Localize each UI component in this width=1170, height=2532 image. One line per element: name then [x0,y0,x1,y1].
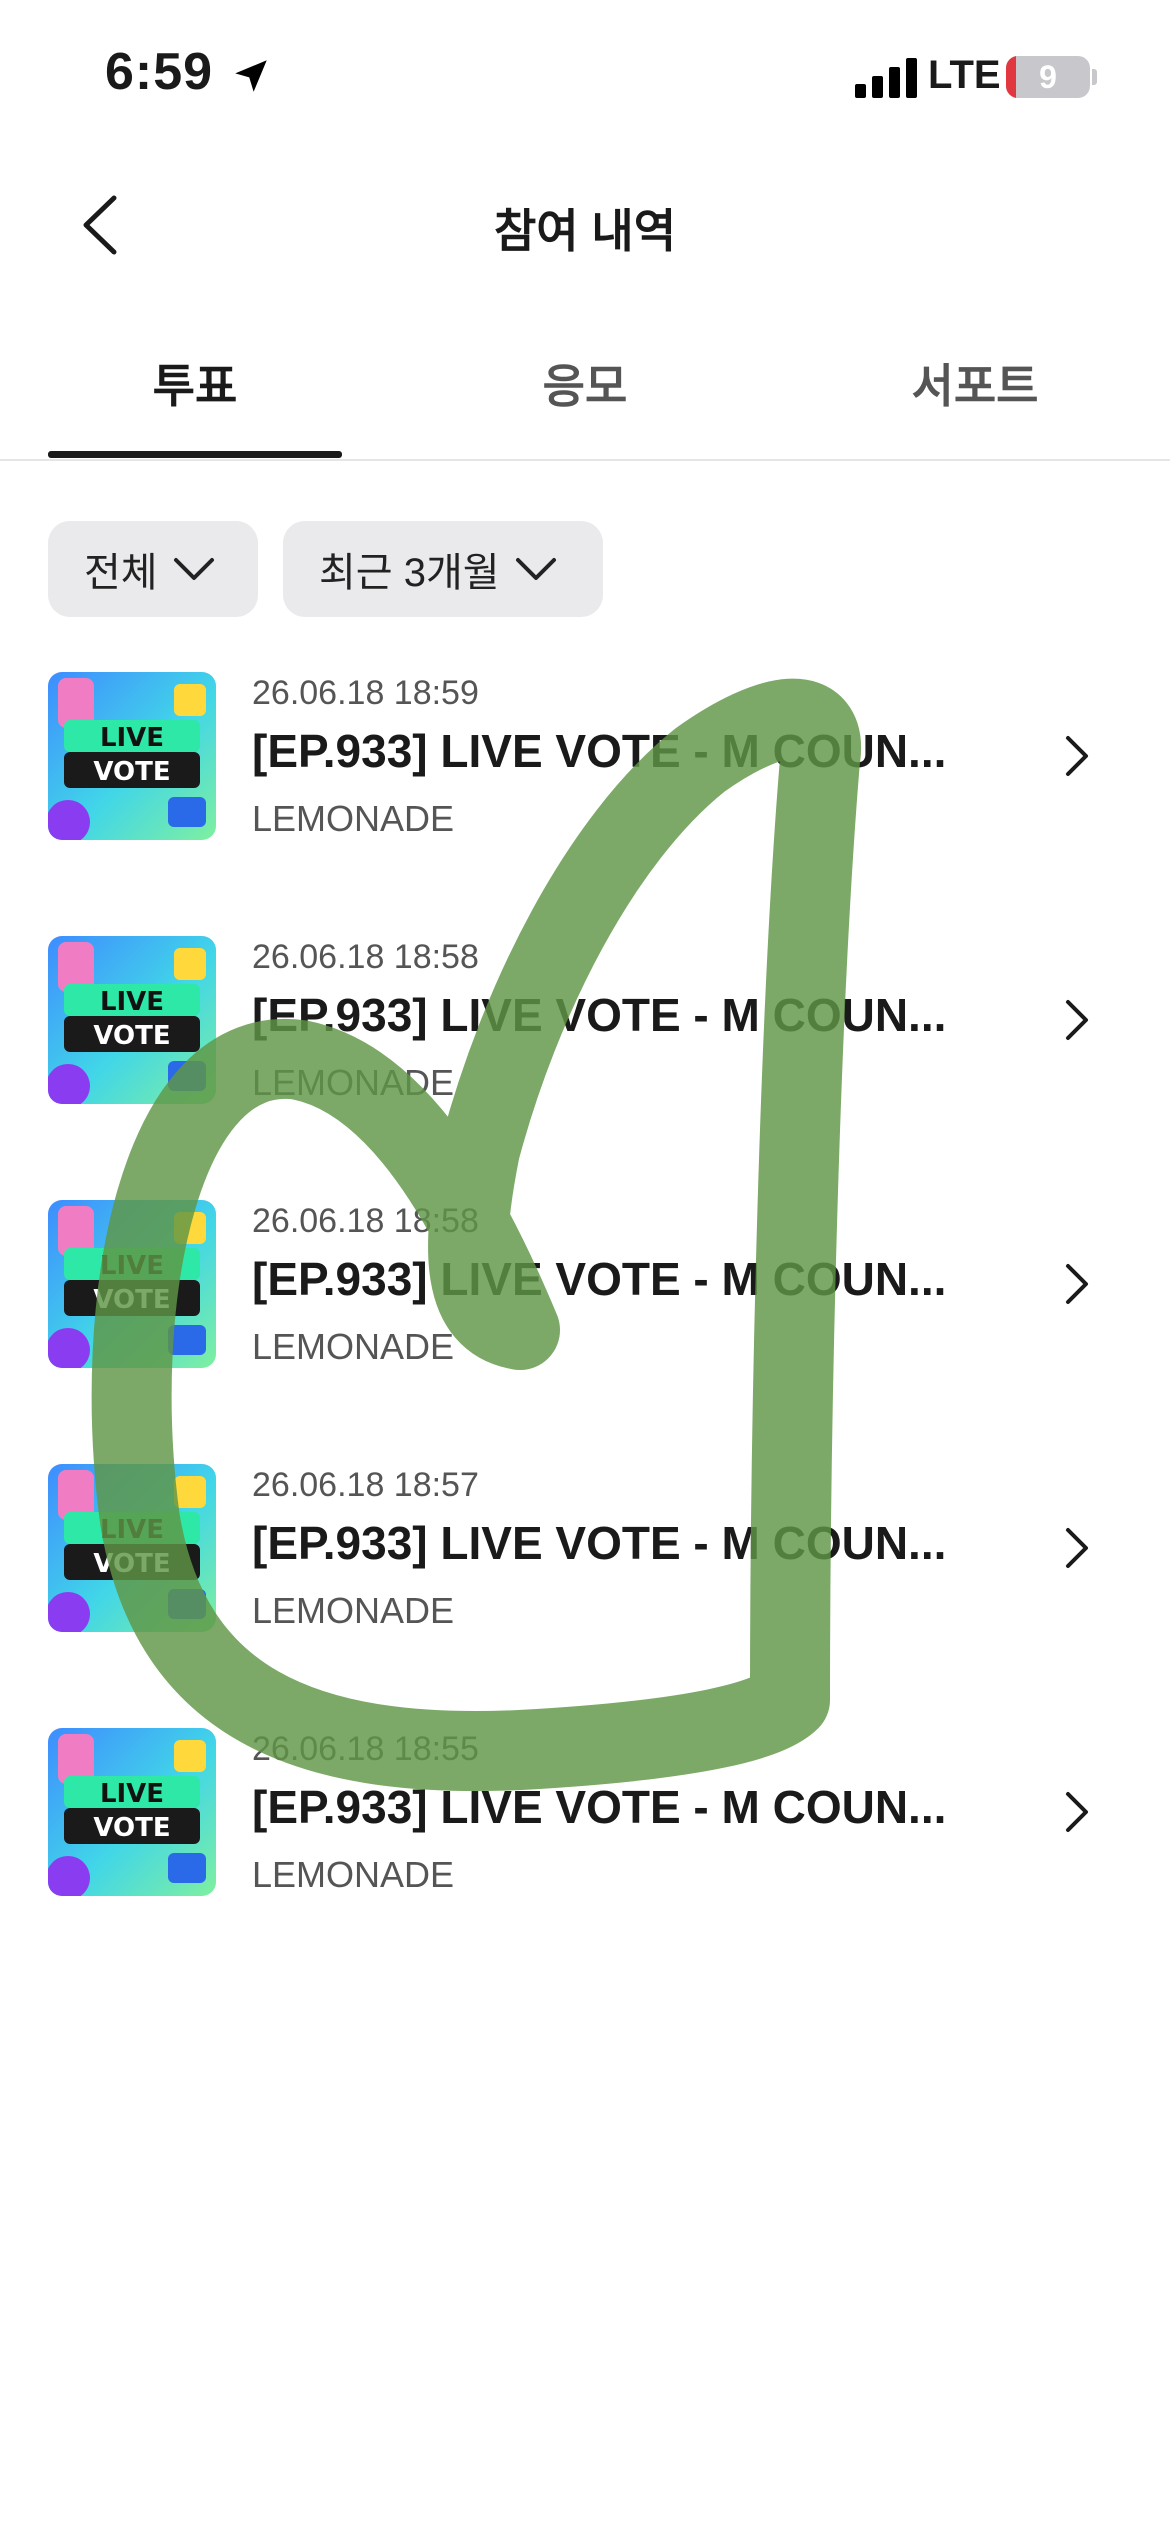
item-subtitle: LEMONADE [252,1062,455,1103]
list-item[interactable]: LIVE VOTE 26.06.18 18:57 [EP.933] LIVE V… [0,1464,1170,1684]
item-date: 26.06.18 18:58 [252,1202,479,1240]
carrier-label: LTE [928,53,1001,97]
tab-divider [0,459,1170,461]
thumbnail-text-vote: VOTE [93,1285,170,1315]
thumbnail-text-vote: VOTE [93,1021,170,1051]
thumbnail-text-vote: VOTE [93,1813,170,1843]
thumbnail-text-live: LIVE [100,1251,164,1281]
tab-vote[interactable]: 투표 [0,350,390,416]
item-subtitle: LEMONADE [252,1590,455,1631]
chevron-down-icon [515,558,556,580]
battery-icon: 9 [1006,56,1090,98]
chevron-right-icon [1066,1792,1088,1832]
live-vote-thumbnail: LIVE VOTE [48,672,216,840]
status-time: 6:59 [105,43,214,101]
item-title: [EP.933] LIVE VOTE - M COUN... [252,1253,947,1305]
battery-level: 9 [1039,59,1057,95]
location-arrow-icon [235,60,267,92]
category-filter-label: 전체 [84,551,158,595]
live-vote-thumbnail: LIVE VOTE [48,1728,216,1896]
chevron-right-icon [1066,1528,1088,1568]
item-date: 26.06.18 18:59 [252,674,479,712]
list-item[interactable]: LIVE VOTE 26.06.18 18:58 [EP.933] LIVE V… [0,1200,1170,1420]
active-tab-indicator [48,451,342,458]
chevron-right-icon [1066,1264,1088,1304]
category-filter-dropdown[interactable]: 전체 [48,521,258,617]
list-item[interactable]: LIVE VOTE 26.06.18 18:55 [EP.933] LIVE V… [0,1728,1170,1948]
item-title: [EP.933] LIVE VOTE - M COUN... [252,1781,947,1833]
item-title: [EP.933] LIVE VOTE - M COUN... [252,1517,947,1569]
tab-support[interactable]: 서포트 [780,350,1170,416]
item-title: [EP.933] LIVE VOTE - M COUN... [252,725,947,777]
thumbnail-text-vote: VOTE [93,757,170,787]
live-vote-thumbnail: LIVE VOTE [48,936,216,1104]
item-subtitle: LEMONADE [252,1326,455,1367]
chevron-right-icon [1066,736,1088,776]
item-date: 26.06.18 18:55 [252,1730,479,1768]
cellular-signal-icon [855,58,917,98]
item-title: [EP.933] LIVE VOTE - M COUN... [252,989,947,1041]
thumbnail-text-live: LIVE [100,1515,164,1545]
thumbnail-text-live: LIVE [100,987,164,1017]
tab-apply[interactable]: 응모 [390,350,780,416]
live-vote-thumbnail: LIVE VOTE [48,1200,216,1368]
status-bar: 6:59 LTE 9 [0,0,1170,150]
item-subtitle: LEMONADE [252,798,455,839]
period-filter-dropdown[interactable]: 최근 3개월 [283,521,603,617]
list-item[interactable]: LIVE VOTE 26.06.18 18:58 [EP.933] LIVE V… [0,936,1170,1156]
item-subtitle: LEMONADE [252,1854,455,1895]
thumbnail-text-live: LIVE [100,723,164,753]
chevron-right-icon [1066,1000,1088,1040]
battery-cap [1092,69,1097,85]
period-filter-label: 최근 3개월 [319,551,500,595]
chevron-down-icon [173,558,214,580]
item-date: 26.06.18 18:57 [252,1466,479,1504]
page-title: 참여 내역 [493,205,677,257]
thumbnail-text-vote: VOTE [93,1549,170,1579]
thumbnail-text-live: LIVE [100,1779,164,1809]
list-item[interactable]: LIVE VOTE 26.06.18 18:59 [EP.933] LIVE V… [0,672,1170,892]
live-vote-thumbnail: LIVE VOTE [48,1464,216,1632]
item-date: 26.06.18 18:58 [252,938,479,976]
